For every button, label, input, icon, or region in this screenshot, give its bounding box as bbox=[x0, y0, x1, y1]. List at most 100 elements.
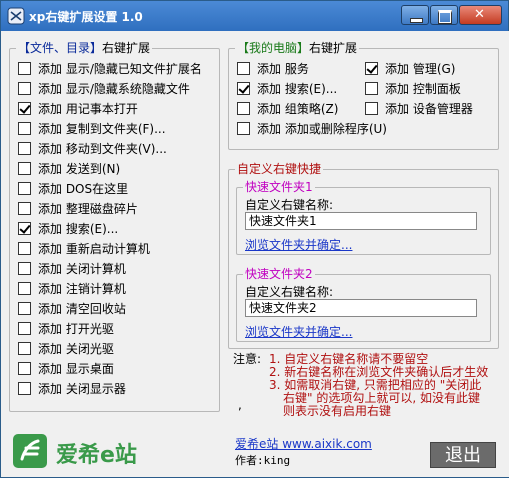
checkbox[interactable] bbox=[18, 122, 31, 135]
group-title-rest: 右键扩展 bbox=[309, 41, 358, 55]
file-folder-option[interactable]: 添加 DOS在这里 bbox=[18, 181, 128, 197]
file-folder-option[interactable]: 添加 打开光驱 bbox=[18, 321, 114, 337]
app-icon bbox=[7, 7, 25, 25]
custom-shortcut-group: 自定义右键快捷 快速文件夹1 自定义右键名称: 快速文件夹1 浏览文件夹并确定.… bbox=[228, 162, 499, 349]
note-stray-mark: , bbox=[238, 398, 242, 412]
quick-folder-1-browse-link[interactable]: 浏览文件夹并确定... bbox=[245, 236, 352, 253]
option-label: 添加 DOS在这里 bbox=[38, 182, 129, 196]
checkbox[interactable] bbox=[18, 162, 31, 175]
checkbox[interactable] bbox=[18, 262, 31, 275]
option-label: 添加 重新启动计算机 bbox=[38, 242, 150, 256]
my-computer-option[interactable]: 添加 设备管理器 bbox=[365, 101, 473, 117]
author-label: 作者:king bbox=[235, 454, 291, 467]
file-folder-option[interactable]: 添加 移动到文件夹(V)... bbox=[18, 141, 167, 157]
file-folder-option[interactable]: 添加 关闭显示器 bbox=[18, 381, 126, 397]
file-folder-option[interactable]: 添加 注销计算机 bbox=[18, 281, 126, 297]
checkbox[interactable] bbox=[18, 202, 31, 215]
checkbox[interactable] bbox=[18, 322, 31, 335]
close-button[interactable] bbox=[459, 5, 502, 25]
window-title: xp右键扩展设置 1.0 bbox=[29, 10, 143, 24]
my-computer-option[interactable]: 添加 组策略(Z) bbox=[237, 101, 338, 117]
checkbox[interactable] bbox=[18, 242, 31, 255]
option-label: 添加 显示/隐藏已知文件扩展名 bbox=[38, 62, 202, 76]
checkbox[interactable] bbox=[18, 182, 31, 195]
my-computer-option[interactable]: 添加 服务 bbox=[237, 61, 309, 77]
bracket-open: 【 bbox=[18, 41, 31, 55]
title-bar[interactable]: xp右键扩展设置 1.0 bbox=[1, 1, 508, 31]
quick-folder-2-name-input[interactable]: 快速文件夹2 bbox=[245, 299, 477, 317]
file-folder-option[interactable]: 添加 搜索(E)... bbox=[18, 221, 118, 237]
quick-folder-2-title: 快速文件夹2 bbox=[243, 267, 315, 281]
my-computer-option[interactable]: 添加 添加或删除程序(U) bbox=[237, 121, 387, 137]
file-folder-option[interactable]: 添加 关闭光驱 bbox=[18, 341, 114, 357]
option-label: 添加 搜索(E)... bbox=[257, 82, 338, 96]
checkbox[interactable] bbox=[365, 102, 378, 115]
logo-icon bbox=[13, 434, 47, 468]
file-folder-option[interactable]: 添加 清空回收站 bbox=[18, 301, 126, 317]
option-label: 添加 管理(G) bbox=[385, 62, 456, 76]
maximize-button[interactable] bbox=[430, 5, 458, 25]
my-computer-option[interactable]: 添加 搜索(E)... bbox=[237, 81, 337, 97]
checkbox[interactable] bbox=[18, 62, 31, 75]
quick-folder-1-name-input[interactable]: 快速文件夹1 bbox=[245, 212, 477, 230]
file-folder-option[interactable]: 添加 复制到文件夹(F)... bbox=[18, 121, 166, 137]
quick-folder-2-name-label: 自定义右键名称: bbox=[245, 285, 334, 299]
file-folder-option[interactable]: 添加 发送到(N) bbox=[18, 161, 120, 177]
checkbox[interactable] bbox=[18, 342, 31, 355]
option-label: 添加 注销计算机 bbox=[38, 282, 126, 296]
app-window: xp右键扩展设置 1.0 【文件、目录】右键扩展 添加 显示/隐藏已知文件扩展名… bbox=[0, 0, 509, 478]
option-label: 添加 移动到文件夹(V)... bbox=[38, 142, 167, 156]
file-folder-option[interactable]: 添加 显示桌面 bbox=[18, 361, 114, 377]
checkbox[interactable] bbox=[18, 282, 31, 295]
quick-folder-2-browse-link[interactable]: 浏览文件夹并确定... bbox=[245, 323, 352, 340]
checkbox[interactable] bbox=[18, 222, 31, 235]
file-folder-option[interactable]: 添加 显示/隐藏系统隐藏文件 bbox=[18, 81, 190, 97]
checkbox[interactable] bbox=[18, 382, 31, 395]
my-computer-option[interactable]: 添加 控制面板 bbox=[365, 81, 461, 97]
checkbox[interactable] bbox=[18, 82, 31, 95]
checkbox[interactable] bbox=[237, 122, 250, 135]
checkbox[interactable] bbox=[365, 82, 378, 95]
custom-shortcut-group-title: 自定义右键快捷 bbox=[235, 162, 324, 176]
option-label: 添加 控制面板 bbox=[385, 82, 461, 96]
file-folder-option[interactable]: 添加 重新启动计算机 bbox=[18, 241, 150, 257]
option-label: 添加 组策略(Z) bbox=[257, 102, 339, 116]
my-computer-group-title: 【我的电脑】右键扩展 bbox=[235, 41, 360, 55]
option-label: 添加 服务 bbox=[257, 62, 309, 76]
quick-folder-1-name-label: 自定义右键名称: bbox=[245, 198, 334, 212]
website-link[interactable]: 爱希e站 www.aixik.com bbox=[235, 435, 372, 452]
quick-folder-2-group: 快速文件夹2 自定义右键名称: 快速文件夹2 浏览文件夹并确定... bbox=[236, 267, 491, 342]
my-computer-option[interactable]: 添加 管理(G) bbox=[365, 61, 455, 77]
file-folder-option[interactable]: 添加 关闭计算机 bbox=[18, 261, 126, 277]
file-folder-option[interactable]: 添加 显示/隐藏已知文件扩展名 bbox=[18, 61, 202, 77]
bracket-open: 【 bbox=[237, 41, 250, 55]
checkbox[interactable] bbox=[237, 102, 250, 115]
file-folder-group: 【文件、目录】右键扩展 添加 显示/隐藏已知文件扩展名 添加 显示/隐藏系统隐藏文… bbox=[9, 41, 220, 412]
option-label: 添加 复制到文件夹(F)... bbox=[38, 122, 166, 136]
my-computer-group: 【我的电脑】右键扩展 添加 服务 添加 管理(G) 添加 搜索(E)... 添加 控制… bbox=[228, 41, 499, 150]
file-folder-option[interactable]: 添加 用记事本打开 bbox=[18, 101, 138, 117]
quick-folder-1-title: 快速文件夹1 bbox=[243, 180, 315, 194]
option-label: 添加 设备管理器 bbox=[385, 102, 473, 116]
option-label: 添加 关闭显示器 bbox=[38, 382, 126, 396]
option-label: 添加 关闭计算机 bbox=[38, 262, 126, 276]
checkbox[interactable] bbox=[18, 302, 31, 315]
exit-button[interactable]: 退出 bbox=[430, 442, 496, 468]
checkbox[interactable] bbox=[365, 62, 378, 75]
checkbox[interactable] bbox=[18, 362, 31, 375]
checkbox[interactable] bbox=[237, 62, 250, 75]
checkbox[interactable] bbox=[18, 142, 31, 155]
checkbox[interactable] bbox=[237, 82, 250, 95]
group-title-highlight: 文件、目录 bbox=[30, 41, 91, 55]
group-title-highlight: 我的电脑 bbox=[249, 41, 298, 55]
file-folder-option[interactable]: 添加 整理磁盘碎片 bbox=[18, 201, 138, 217]
main-content: 【文件、目录】右键扩展 添加 显示/隐藏已知文件扩展名 添加 显示/隐藏系统隐藏文… bbox=[2, 31, 509, 477]
option-label: 添加 打开光驱 bbox=[38, 322, 114, 336]
minimize-button[interactable] bbox=[401, 5, 429, 25]
group-title-rest: 右键扩展 bbox=[102, 41, 151, 55]
option-label: 添加 显示/隐藏系统隐藏文件 bbox=[38, 82, 190, 96]
option-label: 添加 搜索(E)... bbox=[38, 222, 119, 236]
checkbox[interactable] bbox=[18, 102, 31, 115]
bracket-close: 】 bbox=[90, 41, 103, 55]
option-label: 添加 发送到(N) bbox=[38, 162, 121, 176]
